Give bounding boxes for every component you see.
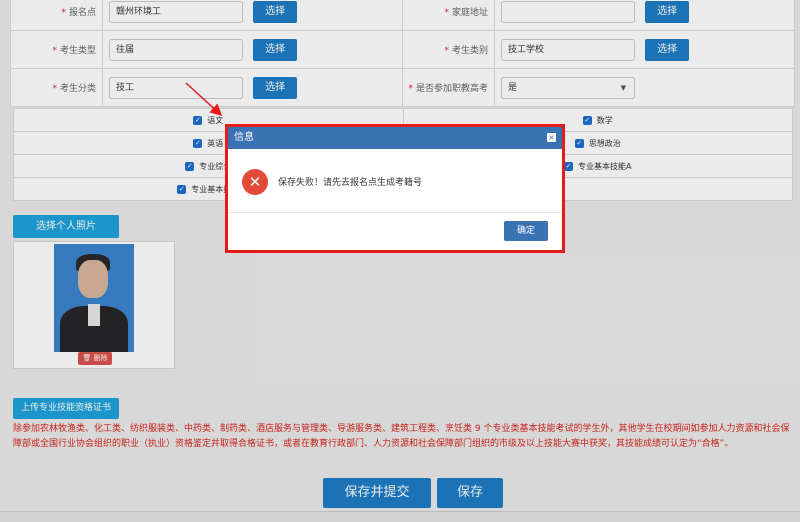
modal-overlay — [0, 0, 800, 522]
dialog-message: 保存失败！请先去报名点生成考籍号 — [278, 178, 423, 188]
dialog-header: 信息 × — [228, 127, 562, 149]
error-icon: ✕ — [242, 169, 268, 195]
error-dialog: 信息 × ✕ 保存失败！请先去报名点生成考籍号 确定 — [225, 124, 565, 253]
confirm-button[interactable]: 确定 — [504, 221, 548, 241]
dialog-title: 信息 — [234, 132, 254, 143]
close-icon[interactable]: × — [547, 133, 556, 142]
dialog-body: ✕ 保存失败！请先去报名点生成考籍号 — [228, 149, 562, 213]
